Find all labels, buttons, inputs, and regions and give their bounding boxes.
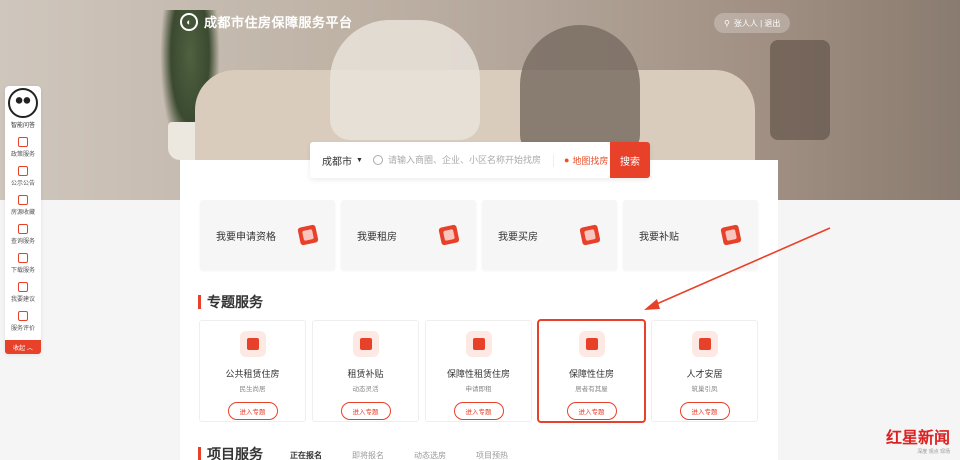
sidebar-item-label: 公示公告 [10,181,35,187]
star-icon [18,195,28,205]
city-select[interactable]: 成都市 ▼ [310,153,371,168]
section-title: 专题服务 [207,294,263,310]
quick-card-label: 我要租房 [357,231,397,243]
page: ◐ 成都市住房保障服务平台 ⚲ 张人人 | 退出 成都市 ▼ ● 地图找房 搜索… [0,0,960,460]
quick-card-buy[interactable]: 我要买房 [482,200,617,270]
topic-card-talent-housing[interactable]: 人才安居 筑巢引凤 进入专题 [651,320,758,422]
buy-house-icon [579,224,601,246]
sidebar-item-notice[interactable]: 公示公告 [5,162,41,191]
quick-card-apply[interactable]: 我要申请资格 [200,200,335,270]
quick-actions: 我要申请资格 我要租房 我要买房 我要补贴 [200,200,758,270]
sidebar-item-favorites[interactable]: 房源收藏 [5,191,41,220]
chevron-down-icon: ▼ [356,156,363,164]
topic-name: 租赁补贴 [347,369,384,379]
topic-subtitle: 居者有其屋 [575,386,608,393]
query-icon [18,224,28,234]
rating-icon [18,311,28,321]
watermark-logo: 红星新闻 [886,428,951,447]
project-tabs: 正在报名 即将报名 动态选房 项目预热 [290,450,508,460]
heading-accent-bar [198,295,201,309]
site-title: 成都市住房保障服务平台 [204,15,353,30]
panda-mascot-icon[interactable] [8,88,38,118]
user-text[interactable]: 张人人 | 退出 [734,18,781,29]
topic-name: 保障性租赁住房 [446,369,510,379]
application-icon [297,224,319,246]
sidebar-item-label: 我要建议 [10,297,35,303]
affordable-rental-icon [465,331,492,357]
sidebar-item-label: 房源收藏 [10,210,35,216]
watermark-tagline: 深度 观点 现场 [917,449,951,455]
family-photo-person [330,20,480,140]
sidebar-item-label: 查询服务 [10,239,35,245]
sidebar-item-rating[interactable]: 服务评价 [5,307,41,336]
quick-card-label: 我要申请资格 [216,231,276,243]
map-search-link[interactable]: ● 地图找房 [552,153,609,167]
policy-icon [18,137,28,147]
subsidy-icon [720,224,742,246]
enter-topic-button[interactable]: 进入专题 [566,402,617,420]
city-label: 成都市 [322,156,352,168]
sidebar-item-suggestion[interactable]: 我要建议 [5,278,41,307]
mascot-label[interactable]: 智能问答 [11,120,35,129]
logo-icon: ◐ [180,12,198,31]
topic-name: 公共租赁住房 [225,369,280,379]
enter-topic-button[interactable]: 进入专题 [453,402,504,420]
search-bar: 成都市 ▼ ● 地图找房 搜索 [310,142,650,178]
section-title: 项目服务 [207,446,263,460]
map-pin-icon: ● [563,155,570,165]
topic-cards: 公共租赁住房 民生尚居 进入专题 租赁补贴 动态灵活 进入专题 保障性租赁住房 … [199,319,758,423]
topic-card-affordable-rental[interactable]: 保障性租赁住房 申请即租 进入专题 [425,320,532,422]
download-icon [18,253,28,263]
tab-dynamic-selection[interactable]: 动态选房 [414,450,446,460]
enter-topic-button[interactable]: 进入专题 [227,402,278,420]
user-menu[interactable]: ⚲ 张人人 | 退出 [714,13,791,33]
search-icon [372,155,383,165]
topic-card-rent-subsidy[interactable]: 租赁补贴 动态灵活 进入专题 [312,320,419,422]
site-logo[interactable]: ◐ 成都市住房保障服务平台 [180,12,353,31]
tab-signing-up[interactable]: 正在报名 [290,450,322,460]
family-photo-person [520,25,640,155]
tab-upcoming[interactable]: 即将报名 [352,450,384,460]
search-input[interactable] [382,155,553,165]
topic-subtitle: 动态灵活 [352,386,379,393]
enter-topic-button[interactable]: 进入专题 [679,402,730,420]
sidebar-item-policy[interactable]: 政策服务 [5,133,41,162]
topic-card-public-rental[interactable]: 公共租赁住房 民生尚居 进入专题 [199,320,306,422]
search-button[interactable]: 搜索 [610,142,650,178]
sidebar-item-download[interactable]: 下载服务 [5,249,41,278]
location-pin-icon: ⚲ [724,18,730,28]
quick-card-label: 我要补贴 [639,231,679,243]
sidebar-item-label: 政策服务 [10,152,35,158]
sidebar-item-label: 服务评价 [10,326,35,332]
sidebar-item-query[interactable]: 查询服务 [5,220,41,249]
project-section-heading: 项目服务 [198,444,263,460]
affordable-housing-icon [578,331,605,357]
topic-subtitle: 申请即租 [465,386,492,393]
quick-card-rent[interactable]: 我要租房 [341,200,476,270]
sidebar-item-label: 下载服务 [10,268,35,274]
topic-section-heading: 专题服务 [198,292,263,312]
tab-preheat[interactable]: 项目预热 [476,450,508,460]
enter-topic-button[interactable]: 进入专题 [340,402,391,420]
heading-accent-bar [198,447,201,460]
quick-card-label: 我要买房 [498,231,538,243]
rent-subsidy-icon [352,331,379,357]
topic-card-affordable-housing[interactable]: 保障性住房 居者有其屋 进入专题 [537,319,646,423]
talent-housing-icon [691,331,718,357]
topic-name: 保障性住房 [568,369,614,379]
topic-subtitle: 民生尚居 [239,386,266,393]
news-watermark: 红星新闻 深度 观点 现场 [886,424,950,455]
side-table-decor [770,40,830,140]
floating-sidebar: 智能问答 政策服务 公示公告 房源收藏 查询服务 下载服务 我要建议 服务评价 [5,86,41,354]
topic-name: 人才安居 [686,369,723,379]
public-rental-icon [239,331,266,357]
rent-icon [438,224,460,246]
topic-subtitle: 筑巢引凤 [691,386,718,393]
mail-icon [18,282,28,292]
quick-card-subsidy[interactable]: 我要补贴 [623,200,758,270]
map-link-label: 地图找房 [572,155,609,166]
collapse-button[interactable]: 收起 ︿ [5,340,41,354]
notice-icon [18,166,28,176]
